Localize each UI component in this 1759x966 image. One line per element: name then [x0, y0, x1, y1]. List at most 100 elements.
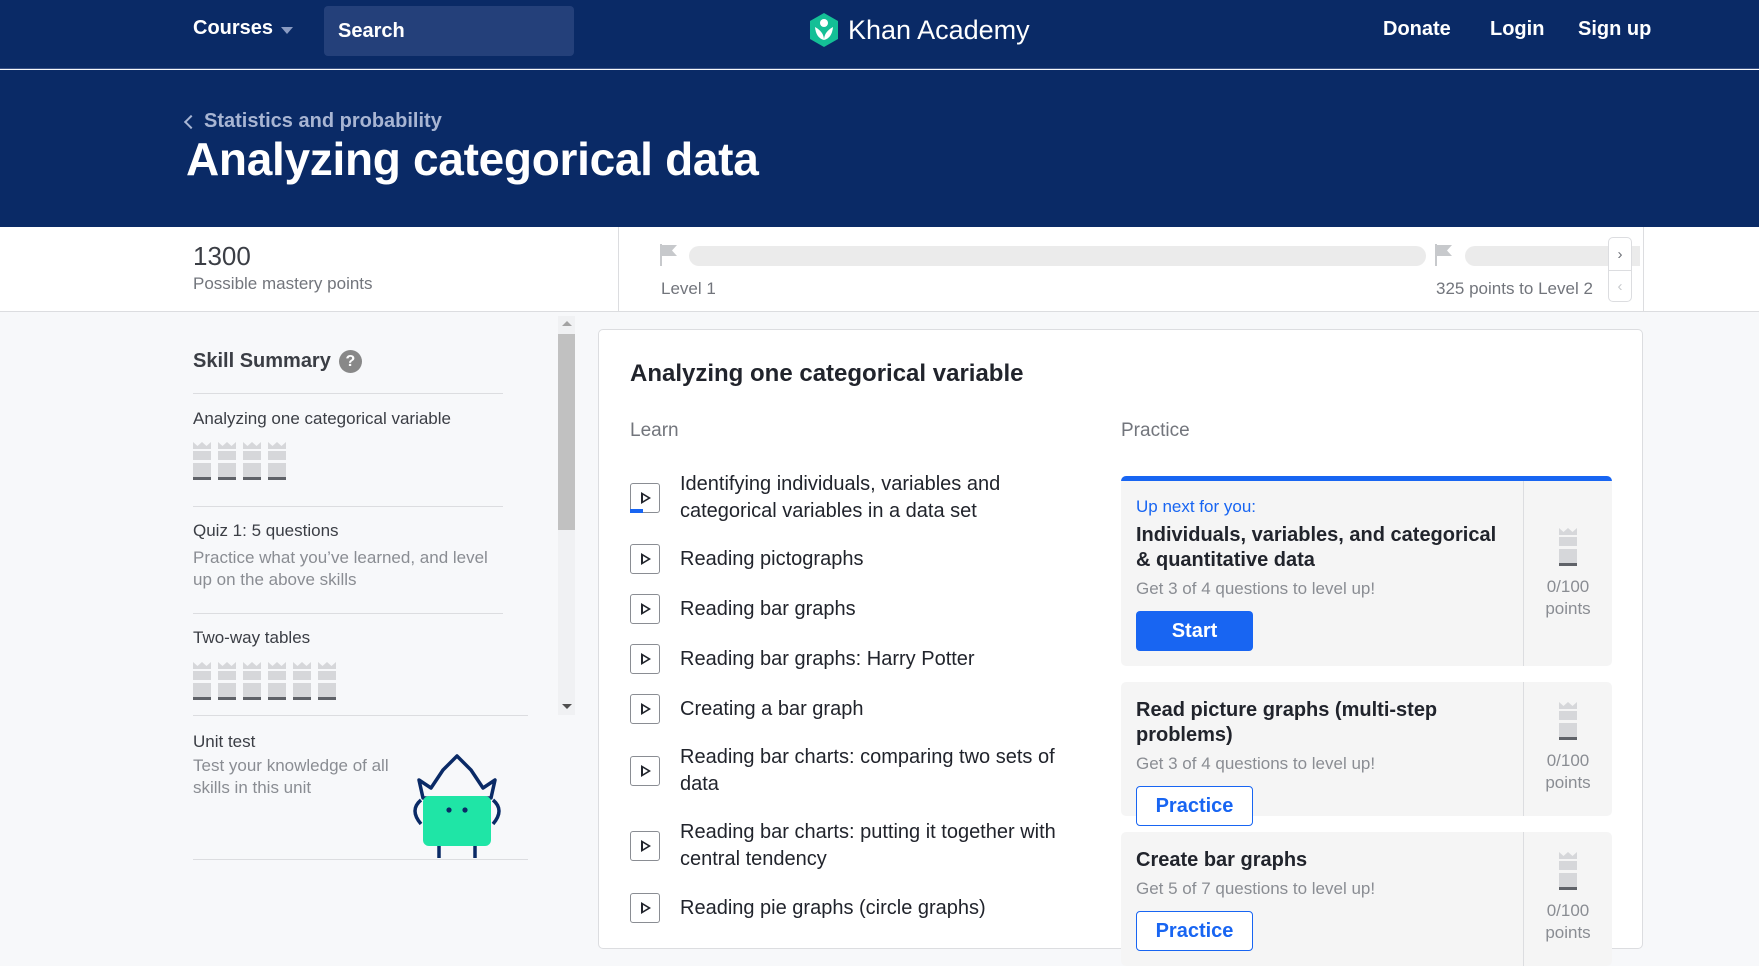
- mastery-towers: [193, 442, 286, 480]
- signup-link[interactable]: Sign up: [1578, 18, 1651, 41]
- points-unit: points: [1545, 599, 1591, 618]
- mastery-tower-icon: [1559, 852, 1577, 890]
- khan-logo-icon: [810, 13, 838, 47]
- mastery-towers: [193, 662, 336, 700]
- video-play-icon: [630, 694, 660, 724]
- practice-points: 0/100 points: [1523, 832, 1612, 966]
- practice-goal: Get 5 of 7 questions to level up!: [1136, 879, 1376, 898]
- mastery-points-label: Possible mastery points: [193, 274, 373, 293]
- mastery-tower-icon: [268, 662, 286, 700]
- up-next-label: Up next for you:: [1136, 497, 1257, 516]
- divider: [193, 393, 503, 394]
- scroll-down-arrow[interactable]: [562, 704, 572, 709]
- points-value: 0/100: [1546, 751, 1590, 770]
- divider: [193, 613, 503, 614]
- practice-card[interactable]: Create bar graphs Get 5 of 7 questions t…: [1121, 832, 1612, 966]
- start-button[interactable]: Start: [1136, 611, 1253, 651]
- level-scroll-arrows: › ‹: [1608, 237, 1632, 302]
- lesson-item[interactable]: Creating a bar graph: [630, 694, 1070, 724]
- breadcrumb-label: Statistics and probability: [204, 110, 442, 132]
- points-unit: points: [1545, 773, 1591, 792]
- points-to-next-level: 325 points to Level 2: [1436, 279, 1593, 298]
- practice-title: Individuals, variables, and categorical …: [1136, 524, 1497, 571]
- lesson-item[interactable]: Identifying individuals, variables and c…: [630, 471, 1070, 525]
- mastery-tower-icon: [293, 662, 311, 700]
- mastery-tower-icon: [218, 442, 236, 480]
- khan-academy-logo[interactable]: Khan Academy: [808, 12, 1030, 48]
- donate-link[interactable]: Donate: [1383, 18, 1451, 41]
- quiz-item[interactable]: Quiz 1: 5 questions: [193, 521, 339, 541]
- unit-header: Statistics and probability Analyzing cat…: [0, 70, 1759, 227]
- skill-summary-title: Skill Summary ?: [193, 350, 362, 373]
- points-unit: points: [1545, 923, 1591, 942]
- mastery-tower-icon: [243, 442, 261, 480]
- lesson-title: Reading bar graphs: [680, 597, 856, 620]
- practice-heading: Practice: [1121, 420, 1190, 441]
- skill-item[interactable]: Analyzing one categorical variable: [193, 409, 451, 429]
- practice-button[interactable]: Practice: [1136, 911, 1253, 951]
- quiz-description: Practice what you’ve learned, and level …: [193, 548, 488, 589]
- mastery-stats-bar: 1300 Possible mastery points Level 1 325…: [0, 227, 1759, 312]
- login-link[interactable]: Login: [1490, 18, 1544, 41]
- chevron-left-icon: [183, 114, 199, 130]
- mastery-tower-icon: [1559, 702, 1577, 740]
- lesson-item[interactable]: Reading bar charts: putting it together …: [630, 819, 1070, 873]
- chevron-right-icon[interactable]: ›: [1609, 238, 1631, 270]
- mastery-tower-icon: [268, 442, 286, 480]
- page-title: Analyzing categorical data: [186, 133, 759, 185]
- points-value: 0/100: [1546, 901, 1590, 920]
- lesson-item[interactable]: Reading pie graphs (circle graphs): [630, 893, 1070, 923]
- practice-card[interactable]: Read picture graphs (multi-step problems…: [1121, 682, 1612, 826]
- scroll-up-arrow[interactable]: [562, 321, 572, 326]
- mastery-points-value: 1300: [193, 241, 251, 271]
- video-play-icon: [630, 483, 660, 513]
- mastery-tower-icon: [318, 662, 336, 700]
- section-title: Analyzing one categorical variable: [630, 360, 1024, 387]
- video-progress-indicator: [630, 509, 643, 513]
- courses-label: Courses: [193, 17, 274, 39]
- video-play-icon: [630, 893, 660, 923]
- unit-test-item[interactable]: Unit test Test your knowledge of all ski…: [193, 716, 528, 860]
- practice-goal: Get 3 of 4 questions to level up!: [1136, 579, 1376, 598]
- breadcrumb[interactable]: Statistics and probability: [183, 110, 442, 133]
- lesson-title: Reading pictographs: [680, 547, 864, 570]
- lesson-item[interactable]: Reading bar graphs: [630, 594, 1070, 624]
- courses-menu-button[interactable]: Courses: [193, 17, 294, 40]
- unit-test-description: Test your knowledge of all skills in thi…: [193, 756, 389, 797]
- video-play-icon: [630, 644, 660, 674]
- skill-item[interactable]: Two-way tables: [193, 628, 310, 648]
- lesson-item[interactable]: Reading bar charts: comparing two sets o…: [630, 744, 1070, 798]
- lesson-title: Reading bar charts: putting it together …: [680, 821, 1056, 870]
- practice-button[interactable]: Practice: [1136, 786, 1253, 826]
- mastery-tower-icon: [218, 662, 236, 700]
- lesson-title: Reading pie graphs (circle graphs): [680, 896, 986, 919]
- logo-text: Khan Academy: [848, 14, 1030, 45]
- lesson-item[interactable]: Reading pictographs: [630, 544, 1070, 574]
- sidebar-scrollbar[interactable]: [558, 316, 575, 715]
- practice-goal: Get 3 of 4 questions to level up!: [1136, 754, 1376, 773]
- divider: [1643, 227, 1644, 312]
- mastery-tower-icon: [1559, 528, 1577, 566]
- video-play-icon: [630, 756, 660, 786]
- practice-card-body: Create bar graphs Get 5 of 7 questions t…: [1121, 832, 1523, 966]
- points-value: 0/100: [1546, 577, 1590, 596]
- mastery-tower-icon: [193, 662, 211, 700]
- video-play-icon: [630, 831, 660, 861]
- practice-card-upnext[interactable]: Up next for you: Individuals, variables,…: [1121, 476, 1612, 666]
- lesson-item[interactable]: Reading bar graphs: Harry Potter: [630, 644, 1070, 674]
- mastery-tower-icon: [243, 662, 261, 700]
- level-progress-bar: [689, 246, 1426, 266]
- lesson-title: Creating a bar graph: [680, 697, 864, 720]
- chevron-left-icon[interactable]: ‹: [1609, 270, 1631, 302]
- search-input[interactable]: [338, 19, 606, 43]
- search-box[interactable]: [324, 6, 606, 56]
- lesson-title: Reading bar charts: comparing two sets o…: [680, 746, 1055, 795]
- video-play-icon: [630, 544, 660, 574]
- help-icon[interactable]: ?: [338, 350, 362, 373]
- scrollbar-thumb[interactable]: [558, 334, 575, 530]
- lesson-title: Identifying individuals, variables and c…: [680, 473, 1001, 522]
- practice-card-body: Read picture graphs (multi-step problems…: [1121, 682, 1523, 826]
- lesson-card: Analyzing one categorical variable Learn…: [598, 329, 1643, 966]
- flag-icon: [1435, 244, 1452, 266]
- lesson-title: Reading bar graphs: Harry Potter: [680, 647, 975, 670]
